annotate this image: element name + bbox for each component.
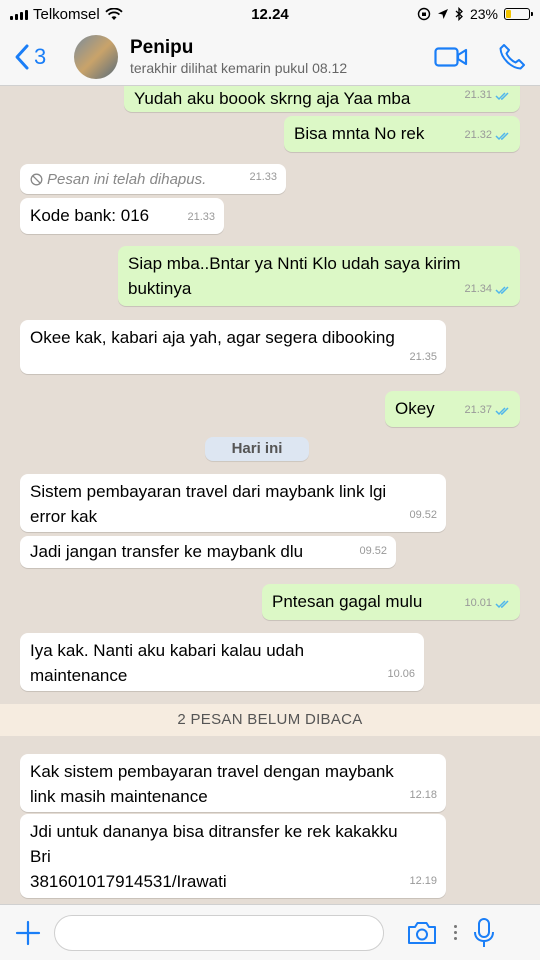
location-icon xyxy=(437,9,448,19)
read-receipt-icon xyxy=(495,285,509,294)
message-bubble[interactable]: Bisa mnta No rek 21.32 xyxy=(284,116,520,152)
message-meta: 21.34 xyxy=(464,277,511,302)
message-text: Jadi jangan transfer ke maybank dlu xyxy=(30,542,304,561)
message-input[interactable] xyxy=(54,914,384,951)
chevron-left-icon xyxy=(15,44,29,69)
message-time: 21.33 xyxy=(187,211,215,223)
status-right: 23% xyxy=(330,6,533,22)
date-separator: Hari ini xyxy=(205,437,309,461)
status-bar: Telkomsel 12.24 23% xyxy=(0,0,540,28)
read-receipt-icon xyxy=(495,599,509,608)
header-actions xyxy=(434,43,526,71)
message-time: 21.32 xyxy=(464,129,492,141)
message-time: 10.06 xyxy=(387,668,415,680)
phone-call-icon[interactable] xyxy=(498,43,526,71)
message-meta: 12.19 xyxy=(409,869,437,894)
message-time: 09.52 xyxy=(359,545,387,557)
chat-header: 3 Penipu terakhir dilihat kemarin pukul … xyxy=(0,28,540,86)
message-time: 12.18 xyxy=(409,789,437,801)
message-bubble[interactable]: Okey 21.37 xyxy=(385,391,520,427)
carrier-label: Telkomsel xyxy=(33,5,100,23)
input-actions xyxy=(406,917,495,949)
microphone-icon[interactable] xyxy=(473,917,495,949)
message-bubble[interactable]: Pntesan gagal mulu 10.01 xyxy=(262,584,520,620)
message-bubble[interactable]: Kode bank: 016 21.33 xyxy=(20,198,224,234)
message-meta: 09.52 xyxy=(409,503,437,528)
message-meta: 10.01 xyxy=(464,591,511,616)
chat-area: Yudah aku boook skrng aja Yaa mba 21.31 … xyxy=(0,86,540,904)
message-text: Yudah aku boook skrng aja Yaa mba xyxy=(134,89,411,108)
wifi-icon xyxy=(105,7,123,20)
read-receipt-icon xyxy=(495,91,509,100)
message-meta: 21.35 xyxy=(409,345,437,370)
read-receipt-icon xyxy=(495,406,509,415)
video-call-icon[interactable] xyxy=(434,46,468,68)
last-seen: terakhir dilihat kemarin pukul 08.12 xyxy=(130,59,348,76)
message-text: Sistem pembayaran travel dari maybank li… xyxy=(30,482,387,526)
message-bubble[interactable]: Yudah aku boook skrng aja Yaa mba 21.31 xyxy=(124,86,520,112)
message-meta: 21.31 xyxy=(464,86,511,108)
message-meta: 21.33 xyxy=(249,165,277,190)
message-time: 21.37 xyxy=(464,404,492,416)
message-time: 09.52 xyxy=(409,509,437,521)
message-bubble[interactable]: Jdi untuk dananya bisa ditransfer ke rek… xyxy=(20,814,446,898)
orientation-lock-icon xyxy=(417,7,431,21)
battery-icon xyxy=(504,8,533,20)
message-time: 21.34 xyxy=(464,283,492,295)
message-bubble[interactable]: Kak sistem pembayaran travel dengan mayb… xyxy=(20,754,446,812)
message-text: Okee kak, kabari aja yah, agar segera di… xyxy=(30,328,395,347)
camera-icon[interactable] xyxy=(406,920,438,946)
message-time: 21.33 xyxy=(249,171,277,183)
message-text: Kak sistem pembayaran travel dengan mayb… xyxy=(30,762,394,806)
battery-fill xyxy=(506,10,512,18)
bluetooth-icon xyxy=(455,7,463,21)
message-text: Pesan ini telah dihapus. xyxy=(47,171,207,188)
message-time: 12.19 xyxy=(409,875,437,887)
unread-chats-count: 3 xyxy=(34,43,47,69)
contact-name: Penipu xyxy=(130,36,194,58)
message-text: Iya kak. Nanti aku kabari kalau udah mai… xyxy=(30,641,305,685)
message-meta: 21.37 xyxy=(464,398,511,423)
message-bubble[interactable]: Jadi jangan transfer ke maybank dlu 09.5… xyxy=(20,536,396,568)
back-button[interactable]: 3 xyxy=(14,43,74,71)
deleted-message-text: Pesan ini telah dihapus. xyxy=(30,167,276,192)
message-meta: 21.33 xyxy=(187,205,215,230)
message-bubble[interactable]: Iya kak. Nanti aku kabari kalau udah mai… xyxy=(20,633,424,691)
status-time: 12.24 xyxy=(251,5,289,23)
message-text: Jdi untuk dananya bisa ditransfer ke rek… xyxy=(30,822,398,891)
blocked-icon xyxy=(30,173,43,186)
status-left: Telkomsel xyxy=(10,6,210,23)
read-receipt-icon xyxy=(495,131,509,140)
message-time: 10.01 xyxy=(464,597,492,609)
contact-info[interactable]: Penipu terakhir dilihat kemarin pukul 08… xyxy=(130,37,434,77)
message-bubble[interactable]: Siap mba..Bntar ya Nnti Klo udah saya ki… xyxy=(118,246,520,306)
message-meta: 21.32 xyxy=(464,123,511,148)
message-time: 21.35 xyxy=(409,351,437,363)
message-meta: 12.18 xyxy=(409,783,437,808)
message-meta: 10.06 xyxy=(387,662,415,687)
message-bubble[interactable]: Okee kak, kabari aja yah, agar segera di… xyxy=(20,320,446,374)
message-text: Kode bank: 016 xyxy=(30,206,150,225)
message-meta: 09.52 xyxy=(359,539,387,564)
input-bar xyxy=(0,904,540,960)
plus-icon[interactable] xyxy=(14,919,42,947)
message-bubble[interactable]: Sistem pembayaran travel dari maybank li… xyxy=(20,474,446,532)
message-time: 21.31 xyxy=(464,89,492,101)
deleted-message-bubble[interactable]: Pesan ini telah dihapus. 21.33 xyxy=(20,164,286,194)
avatar[interactable] xyxy=(74,34,118,79)
battery-percent: 23% xyxy=(469,6,498,22)
more-options-icon[interactable] xyxy=(454,925,457,940)
message-text: Siap mba..Bntar ya Nnti Klo udah saya ki… xyxy=(128,254,461,298)
signal-icon xyxy=(10,8,28,20)
unread-messages-banner: 2 PESAN BELUM DIBACA xyxy=(0,704,540,736)
